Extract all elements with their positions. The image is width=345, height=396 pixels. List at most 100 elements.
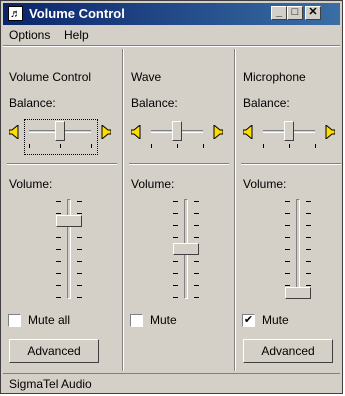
volume-tick — [306, 237, 311, 238]
volume-tick — [306, 285, 311, 286]
volume-tick — [56, 201, 61, 202]
volume-tick — [285, 201, 290, 202]
menu-options[interactable]: Options — [9, 28, 50, 42]
menu-separator — [3, 45, 340, 47]
volume-tick — [306, 261, 311, 262]
balance-tick — [289, 144, 290, 148]
volume-tick — [173, 285, 178, 286]
balance-tick — [315, 144, 316, 148]
volume-tick — [285, 213, 290, 214]
volume-tick — [77, 297, 82, 298]
volume-tick — [194, 297, 199, 298]
volume-tick — [77, 237, 82, 238]
speaker-left-icon — [243, 125, 253, 139]
volume-tick — [285, 261, 290, 262]
balance-label: Balance: — [9, 96, 56, 110]
advanced-button[interactable]: Advanced — [243, 339, 333, 363]
menu-help[interactable]: Help — [64, 28, 89, 42]
mute-checkbox[interactable]: ✔ — [242, 314, 255, 327]
volume-tick — [194, 285, 199, 286]
section-separator — [7, 163, 117, 165]
volume-track — [296, 199, 300, 299]
volume-tick — [56, 237, 61, 238]
volume-tick — [306, 273, 311, 274]
channel-name: Volume Control — [9, 70, 92, 84]
balance-tick — [151, 144, 152, 148]
volume-tick — [173, 225, 178, 226]
volume-label: Volume: — [243, 177, 287, 191]
channel-divider — [122, 49, 124, 371]
mute-checkbox[interactable] — [130, 314, 143, 327]
balance-slider-thumb[interactable] — [172, 121, 182, 141]
balance-slider-thumb[interactable] — [55, 121, 65, 141]
speaker-right-icon — [213, 125, 223, 139]
volume-tick — [194, 225, 199, 226]
volume-label: Volume: — [131, 177, 175, 191]
volume-tick — [173, 297, 178, 298]
volume-tick — [194, 261, 199, 262]
mute-label[interactable]: Mute — [150, 313, 177, 327]
volume-tick — [194, 213, 199, 214]
balance-label: Balance: — [243, 96, 290, 110]
volume-tick — [173, 261, 178, 262]
window-title: Volume Control — [29, 6, 125, 21]
volume-tick — [77, 249, 82, 250]
volume-tick — [77, 201, 82, 202]
volume-tick — [285, 285, 290, 286]
volume-tick — [285, 225, 290, 226]
maximize-button[interactable]: □ — [287, 6, 303, 20]
balance-tick — [91, 144, 92, 148]
menu-bar: Options Help — [3, 25, 340, 45]
mute-label[interactable]: Mute — [262, 313, 289, 327]
channel-divider — [234, 49, 236, 371]
volume-tick — [194, 201, 199, 202]
volume-tick — [56, 261, 61, 262]
balance-tick — [60, 144, 61, 148]
speaker-right-icon — [325, 125, 335, 139]
volume-control-icon: ♬ — [8, 6, 23, 21]
close-button[interactable]: ✕ — [305, 6, 321, 20]
volume-tick — [56, 285, 61, 286]
balance-tick — [263, 144, 264, 148]
advanced-button[interactable]: Advanced — [9, 339, 99, 363]
balance-label: Balance: — [131, 96, 178, 110]
volume-tick — [56, 249, 61, 250]
volume-tick — [173, 201, 178, 202]
balance-slider-thumb[interactable] — [284, 121, 294, 141]
device-name: SigmaTel Audio — [9, 377, 92, 391]
speaker-left-icon — [9, 125, 19, 139]
balance-tick — [203, 144, 204, 148]
volume-tick — [77, 261, 82, 262]
channel-name: Microphone — [243, 70, 306, 84]
volume-tick — [306, 249, 311, 250]
volume-slider-thumb[interactable] — [285, 287, 311, 299]
speaker-right-icon — [101, 125, 111, 139]
volume-tick — [194, 237, 199, 238]
volume-tick — [285, 273, 290, 274]
volume-label: Volume: — [9, 177, 53, 191]
mute-checkbox[interactable] — [8, 314, 21, 327]
volume-tick — [306, 225, 311, 226]
volume-tick — [285, 237, 290, 238]
volume-tick — [77, 273, 82, 274]
title-bar[interactable]: ♬ Volume Control _ □ ✕ — [3, 3, 340, 25]
volume-tick — [173, 237, 178, 238]
section-separator — [241, 163, 341, 165]
volume-slider-thumb[interactable] — [56, 214, 82, 227]
volume-tick — [194, 273, 199, 274]
minimize-button[interactable]: _ — [271, 6, 287, 20]
volume-tick — [77, 285, 82, 286]
volume-tick — [306, 201, 311, 202]
volume-slider-thumb[interactable] — [173, 243, 199, 255]
status-bar: SigmaTel Audio — [3, 373, 340, 393]
volume-tick — [56, 273, 61, 274]
volume-tick — [306, 213, 311, 214]
balance-tick — [29, 144, 30, 148]
mute-label[interactable]: Mute all — [28, 313, 70, 327]
volume-tick — [285, 249, 290, 250]
volume-tick — [56, 297, 61, 298]
volume-control-window: ♬ Volume Control _ □ ✕ Options Help Volu… — [0, 0, 343, 394]
speaker-left-icon — [131, 125, 141, 139]
balance-tick — [177, 144, 178, 148]
volume-tick — [173, 213, 178, 214]
